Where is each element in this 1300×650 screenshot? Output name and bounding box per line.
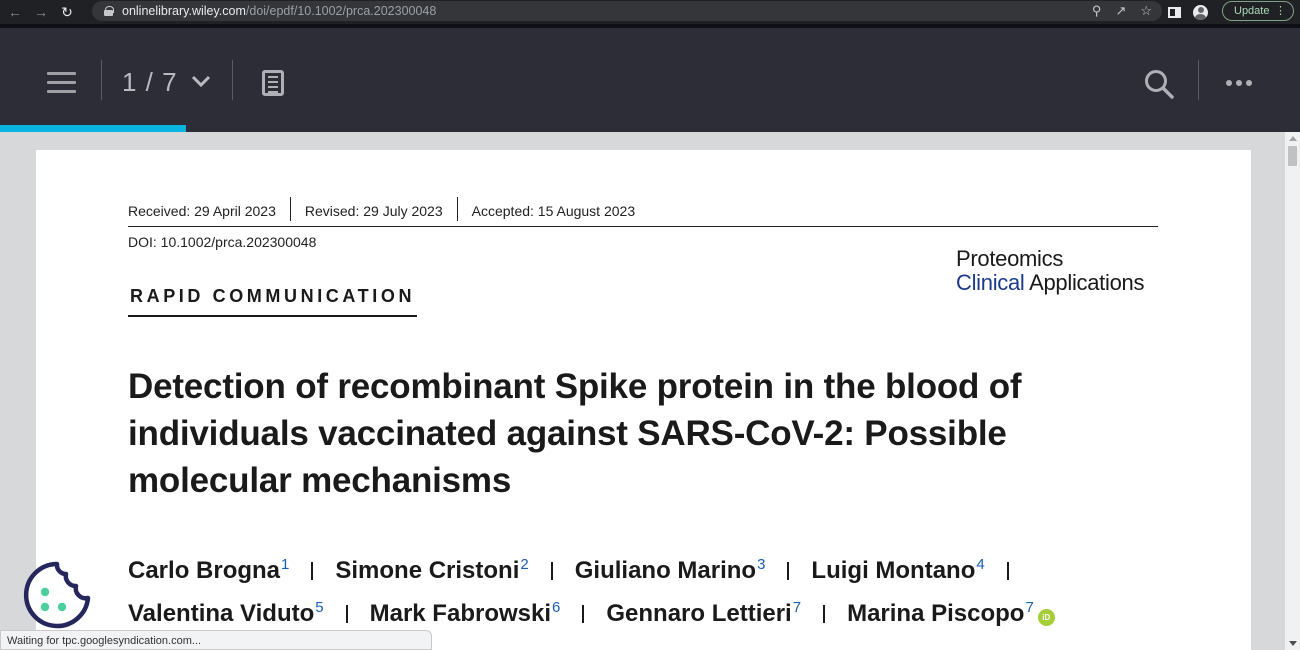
journal-name-applications: Applications [1024, 270, 1145, 295]
journal-logo: Proteomics Clinical Applications [956, 247, 1144, 295]
author-name[interactable]: Carlo Brogna1 [128, 546, 289, 589]
bookmark-star-icon[interactable]: ☆ [1140, 3, 1152, 19]
author-name-text: Luigi Montano [811, 557, 976, 584]
side-panel-icon[interactable] [1168, 6, 1181, 18]
journal-name-clinical: Clinical [956, 270, 1025, 295]
back-arrow-icon[interactable]: ← [4, 2, 26, 22]
author-name-text: Valentina Viduto [128, 600, 315, 627]
author-name[interactable]: Luigi Montano4 [811, 546, 984, 589]
reading-progress-bar [0, 125, 186, 132]
received-date: Received: 29 April 2023 [128, 203, 276, 219]
author-separator [550, 562, 553, 580]
chevron-down-icon[interactable] [190, 72, 212, 90]
author-name-text: Mark Fabrowski [369, 600, 552, 627]
author-separator [311, 562, 314, 580]
author-list: Carlo Brogna1 Simone Cristoni2 Giuliano Ma… [128, 546, 1128, 632]
more-options-icon[interactable] [1226, 80, 1252, 86]
share-icon[interactable]: ↗ [1115, 3, 1126, 19]
article-dates: Received: 29 April 2023 Revised: 29 July… [128, 197, 649, 221]
browser-menu-icon[interactable]: ⋮ [1275, 4, 1286, 17]
doi-text: DOI: 10.1002/prca.202300048 [128, 234, 317, 250]
affiliation-marker[interactable]: 3 [757, 556, 765, 573]
affiliation-marker[interactable]: 7 [1025, 599, 1033, 616]
toolbar-divider [1198, 60, 1199, 100]
toolbar-divider [232, 60, 233, 100]
affiliation-marker[interactable]: 6 [552, 599, 560, 616]
affiliation-marker[interactable]: 1 [281, 556, 289, 573]
author-separator [823, 605, 826, 623]
author-separator [582, 605, 585, 623]
author-name[interactable]: Giuliano Marino3 [575, 546, 766, 589]
address-bar[interactable]: onlinelibrary.wiley.com /doi/epdf/10.100… [92, 1, 1162, 21]
toolbar-divider [101, 60, 102, 100]
author-name[interactable]: Simone Cristoni2 [335, 546, 528, 589]
author-name[interactable]: Marina Piscopo7 [847, 589, 1034, 632]
section-label: RAPID COMMUNICATION [130, 286, 416, 306]
search-icon[interactable] [1143, 68, 1175, 100]
document-outline-icon[interactable] [262, 70, 284, 96]
affiliation-marker[interactable]: 7 [793, 599, 801, 616]
forward-arrow-icon[interactable]: → [30, 2, 52, 22]
author-name-text: Giuliano Marino [574, 557, 757, 584]
divider [128, 226, 1158, 227]
author-name[interactable]: Mark Fabrowski6 [370, 589, 561, 632]
pdf-viewer-toolbar: 1 / 7 [0, 24, 1300, 132]
vertical-scrollbar[interactable] [1285, 132, 1300, 650]
update-label: Update [1234, 5, 1270, 17]
reload-icon[interactable]: ↻ [56, 2, 78, 22]
affiliation-marker[interactable]: 5 [315, 599, 323, 616]
scroll-thumb[interactable] [1288, 146, 1297, 166]
author-separator [787, 562, 790, 580]
journal-name-line1: Proteomics [956, 246, 1064, 271]
article-title: Detection of recombinant Spike protein i… [128, 367, 1022, 500]
author-separator [345, 605, 348, 623]
url-host: onlinelibrary.wiley.com [122, 4, 246, 18]
menu-icon[interactable] [47, 72, 76, 94]
author-name-text: Gennaro Lettieri [606, 600, 792, 627]
url-path: /doi/epdf/10.1002/prca.202300048 [245, 4, 437, 18]
author-name[interactable]: Gennaro Lettieri7 [606, 589, 801, 632]
author-name-text: Marina Piscopo [847, 600, 1025, 627]
profile-avatar-icon[interactable] [1193, 4, 1208, 20]
cookie-settings-icon[interactable] [22, 560, 92, 630]
lock-icon [104, 6, 114, 16]
affiliation-marker[interactable]: 2 [520, 556, 528, 573]
author-separator [1006, 562, 1009, 580]
affiliation-marker[interactable]: 4 [976, 556, 984, 573]
orcid-icon[interactable]: iD [1037, 609, 1055, 626]
pdf-page: Received: 29 April 2023 Revised: 29 July… [36, 150, 1251, 650]
section-underline [128, 315, 417, 317]
author-name[interactable]: Valentina Viduto5 [128, 589, 324, 632]
author-name-text: Carlo Brogna [128, 557, 281, 584]
scroll-down-arrow-icon[interactable] [1289, 641, 1297, 646]
browser-status-bar: Waiting for tpc.googlesyndication.com... [0, 630, 432, 650]
revised-date: Revised: 29 July 2023 [304, 203, 443, 219]
scroll-up-arrow-icon[interactable] [1289, 136, 1297, 141]
page-indicator[interactable]: 1 / 7 [122, 67, 178, 98]
zoom-icon[interactable]: ⚲ [1092, 3, 1102, 19]
accepted-date: Accepted: 15 August 2023 [471, 203, 636, 219]
author-name-text: Simone Cristoni [335, 557, 520, 584]
update-button[interactable]: Update ⋮ [1222, 1, 1294, 21]
browser-toolbar: ← → ↻ onlinelibrary.wiley.com /doi/epdf/… [0, 0, 1300, 24]
